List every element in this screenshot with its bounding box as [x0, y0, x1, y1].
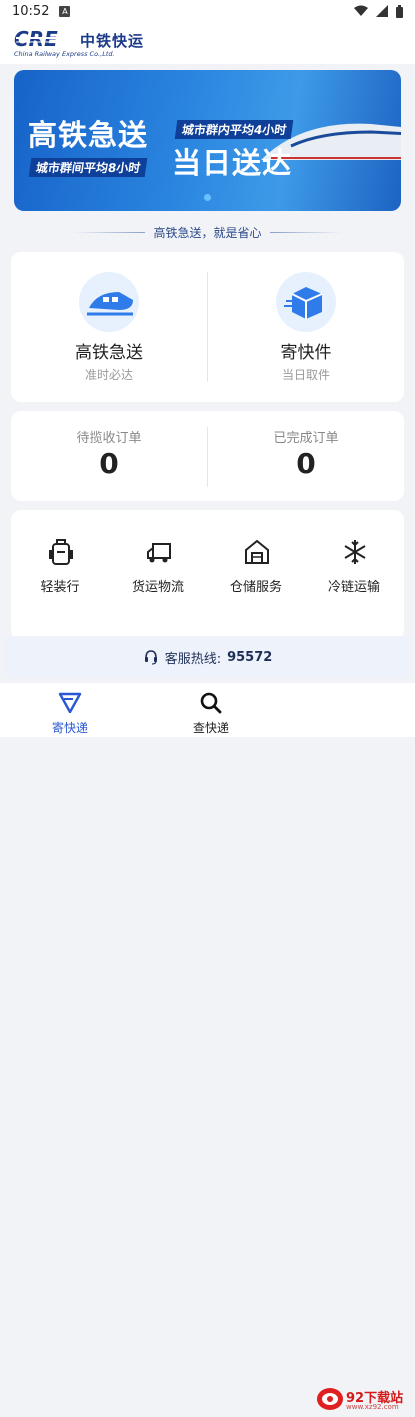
notification-badge-icon: A	[59, 5, 71, 17]
status-time: 10:52	[12, 3, 50, 19]
service-name: 寄快件	[280, 343, 332, 363]
headset-icon	[144, 650, 157, 665]
tab-label: 寄快递	[51, 721, 88, 735]
slogan-divider-right	[269, 231, 342, 233]
service-desc: 准时必达	[84, 368, 133, 382]
signal-icon	[376, 5, 388, 17]
truck-icon	[147, 543, 171, 563]
tab-track-express[interactable]: 查快递	[171, 691, 251, 736]
search-icon	[200, 692, 222, 714]
service-high-speed-express[interactable]: 高铁急送 准时必达	[11, 252, 207, 402]
send-icon	[58, 692, 82, 714]
service-icon-bg	[276, 272, 336, 332]
cre-logo-mark-icon: CRE	[14, 27, 78, 51]
orders-card: 待揽收订单 0 已完成订单 0	[11, 411, 404, 501]
pending-orders[interactable]: 待揽收订单 0	[11, 411, 207, 501]
slogan: 高铁急送，就是省心	[0, 222, 415, 242]
banner-page-indicator[interactable]	[204, 194, 211, 201]
backpack-icon	[49, 539, 73, 565]
slogan-divider-left	[73, 231, 146, 233]
order-count: 0	[296, 447, 316, 480]
high-speed-train-icon	[87, 292, 133, 316]
order-label: 已完成订单	[273, 431, 339, 446]
banner-title-2: 当日送达	[172, 146, 293, 180]
tool-label: 轻装行	[40, 580, 80, 595]
completed-orders[interactable]: 已完成订单 0	[208, 411, 404, 501]
cre-logo: CRE 中铁快运 China Railway Express Co.,Ltd.	[14, 27, 154, 62]
wifi-icon	[354, 5, 368, 16]
battery-icon	[396, 4, 403, 18]
status-bar: 10:52 A	[0, 0, 415, 22]
services-card: 高铁急送 准时必达 寄快件 当日取件	[11, 252, 404, 402]
service-icon-bg	[79, 272, 139, 332]
slogan-text: 高铁急送，就是省心	[153, 225, 262, 240]
promo-banner[interactable]: 高铁急送 城市群内平均4小时 当日送达 城市群间平均8小时	[14, 70, 401, 211]
tool-label: 仓储服务	[229, 580, 282, 595]
watermark-url: www.xz92.com	[346, 1403, 399, 1411]
service-desc: 当日取件	[281, 368, 330, 382]
hotline-number[interactable]: 95572	[227, 650, 272, 665]
logo-chinese-name: 中铁快运	[80, 32, 145, 50]
service-send-parcel[interactable]: 寄快件 当日取件	[208, 252, 404, 402]
warehouse-icon	[245, 539, 269, 564]
tab-label: 查快递	[192, 721, 229, 735]
hotline-label: 客服热线:	[164, 651, 222, 667]
parcel-box-icon	[284, 287, 323, 319]
banner-subtitle-2: 城市群间平均8小时	[28, 158, 148, 177]
order-count: 0	[99, 447, 119, 480]
tab-send-express[interactable]: 寄快递	[30, 691, 110, 736]
banner-subtitle-1: 城市群内平均4小时	[174, 120, 294, 139]
tool-cold-chain[interactable]: 冷链运输	[305, 538, 403, 608]
customer-hotline[interactable]: 客服热线: 95572	[3, 636, 412, 678]
logo-english-name: China Railway Express Co.,Ltd.	[14, 50, 115, 58]
tools-card: 轻装行 货运物流 仓储服务 冷链运输	[11, 510, 404, 640]
tool-freight-logistics[interactable]: 货运物流	[109, 538, 207, 608]
banner-title-1: 高铁急送	[28, 118, 149, 152]
watermark-logo: 92下载站 www.xz92.com	[316, 1383, 411, 1417]
watermark-emblem-icon	[317, 1388, 343, 1410]
tool-warehouse-service[interactable]: 仓储服务	[207, 538, 305, 608]
bottom-tab-bar: 寄快递 查快递 92下载站 www.xz92.com	[0, 683, 415, 1411]
tool-label: 货运物流	[131, 580, 184, 595]
tool-label: 冷链运输	[327, 580, 380, 595]
tool-light-travel[interactable]: 轻装行	[11, 538, 109, 608]
order-label: 待揽收订单	[76, 431, 142, 446]
app-header: CRE 中铁快运 China Railway Express Co.,Ltd.	[0, 22, 415, 64]
service-name: 高铁急送	[75, 343, 143, 363]
snowflake-icon	[344, 540, 366, 564]
